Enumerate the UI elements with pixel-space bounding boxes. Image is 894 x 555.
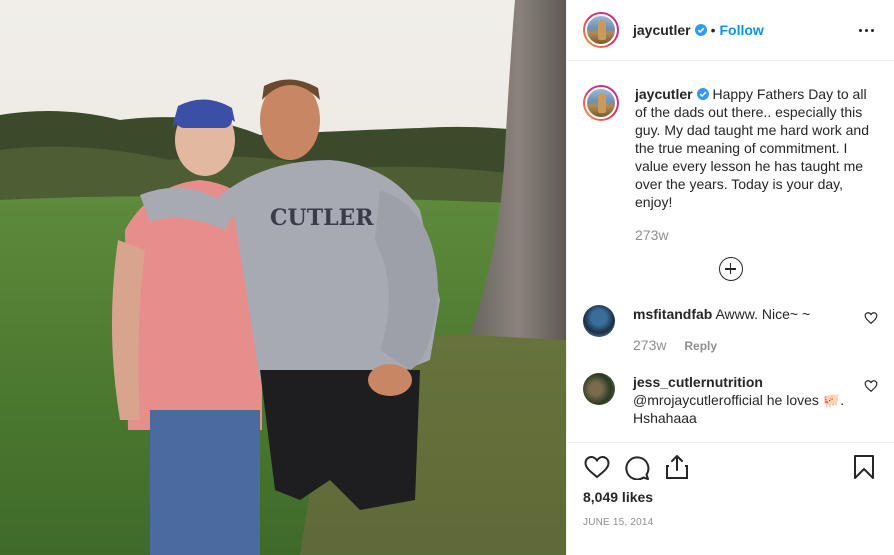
comment-item: jess_cutlernutrition @mrojaycutleroffici… xyxy=(583,373,878,427)
comment-item: msfitandfab Awww. Nice~ ~ 273w Reply xyxy=(583,305,878,353)
reply-button[interactable]: Reply xyxy=(684,339,717,353)
heart-icon[interactable] xyxy=(583,453,611,481)
post-details-panel: jaycutler • Follow jaycutler Happy Fathe… xyxy=(566,0,894,555)
instagram-post: CUTLER jaycutler • Follow jaycutler Happ… xyxy=(0,0,894,555)
action-bar xyxy=(583,453,878,481)
commenter-username[interactable]: msfitandfab xyxy=(633,306,712,322)
share-icon[interactable] xyxy=(663,453,691,481)
load-more-comments xyxy=(583,257,878,281)
caption-timestamp[interactable]: 273w xyxy=(635,227,878,243)
post-actions-section: 8,049 likes JUNE 15, 2014 xyxy=(567,442,894,555)
verified-badge-icon xyxy=(694,24,707,36)
caption-author-avatar[interactable] xyxy=(583,85,619,121)
comment-text: @mrojaycutlerofficial he loves xyxy=(633,392,819,408)
commenter-avatar[interactable] xyxy=(583,305,615,337)
bookmark-icon[interactable] xyxy=(850,453,878,481)
likes-count[interactable]: 8,049 likes xyxy=(583,489,878,505)
caption: jaycutler Happy Fathers Day to all of th… xyxy=(583,85,878,243)
comments-section: jaycutler Happy Fathers Day to all of th… xyxy=(567,61,894,442)
author-avatar[interactable] xyxy=(583,12,619,48)
post-photo[interactable]: CUTLER xyxy=(0,0,566,555)
post-date[interactable]: JUNE 15, 2014 xyxy=(583,517,878,528)
comment-timestamp[interactable]: 273w xyxy=(633,337,666,353)
pig-emoji: 🐖 xyxy=(822,392,841,408)
comment-like-heart-icon[interactable] xyxy=(864,311,878,325)
load-more-comments-icon[interactable] xyxy=(718,257,743,281)
caption-text-block: jaycutler Happy Fathers Day to all of th… xyxy=(635,85,878,211)
follow-button[interactable]: Follow xyxy=(720,22,764,38)
comment-text: Awww. Nice~ ~ xyxy=(715,306,811,322)
father-son-photo: CUTLER xyxy=(0,0,566,555)
comment-icon[interactable] xyxy=(623,453,651,481)
author-username[interactable]: jaycutler xyxy=(633,22,691,38)
more-options-icon[interactable] xyxy=(854,18,878,42)
separator-dot: • xyxy=(710,22,716,38)
shirt-text: CUTLER xyxy=(270,205,374,231)
comment-like-heart-icon[interactable] xyxy=(864,379,878,393)
verified-badge-icon xyxy=(696,88,709,100)
caption-text: Happy Fathers Day to all of the dads out… xyxy=(635,86,869,210)
commenter-username[interactable]: jess_cutlernutrition xyxy=(633,374,763,390)
caption-username[interactable]: jaycutler xyxy=(635,86,693,102)
commenter-avatar[interactable] xyxy=(583,373,615,405)
post-header: jaycutler • Follow xyxy=(567,0,894,61)
